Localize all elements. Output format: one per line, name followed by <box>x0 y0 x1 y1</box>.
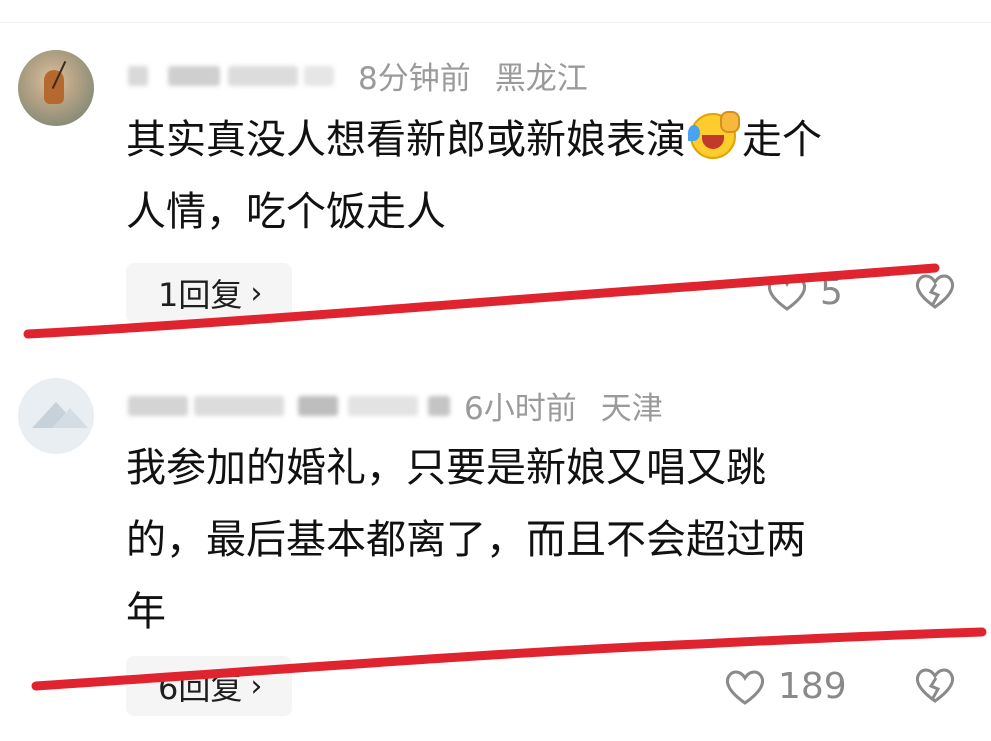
broken-heart-icon <box>915 274 955 309</box>
comment-time: 6小时前 <box>464 390 577 427</box>
dislike-button[interactable] <box>914 666 956 708</box>
broken-heart-icon <box>915 668 955 703</box>
like-button[interactable]: 189 <box>724 666 847 707</box>
heart-icon <box>725 670 765 705</box>
comment-text-line: 其实真没人想看新郎或新娘表演 <box>126 117 686 163</box>
comment-location: 天津 <box>600 390 663 427</box>
placeholder-mountain <box>52 408 88 428</box>
comment-time: 8分钟前 <box>358 60 471 97</box>
comment-text-line: 走个 <box>742 117 822 163</box>
chevron-right-icon: › <box>250 275 263 311</box>
comment-text-line: 人情，吃个饭走人 <box>126 189 446 235</box>
crying-laughing-emoji-icon <box>686 111 742 161</box>
dislike-button[interactable] <box>914 272 956 314</box>
avatar[interactable] <box>18 50 94 126</box>
comment-text-line: 年 <box>126 589 166 635</box>
blurred-username[interactable] <box>128 390 454 420</box>
reply-count-label: 6回复 <box>158 669 243 707</box>
like-count: 5 <box>820 272 843 313</box>
like-count: 189 <box>778 666 847 707</box>
heart-icon <box>767 276 807 311</box>
chevron-right-icon: › <box>250 668 263 704</box>
avatar[interactable] <box>18 378 94 454</box>
top-divider <box>0 22 991 23</box>
comment-meta: 6小时前 天津 <box>128 385 663 427</box>
comment-text-line: 我参加的婚礼，只要是新娘又唱又跳 <box>126 445 766 491</box>
comment-text: 我参加的婚礼，只要是新娘又唱又跳 的，最后基本都离了，而且不会超过两 年 <box>126 432 966 648</box>
reply-count-label: 1回复 <box>158 276 243 314</box>
comment-meta: 8分钟前 黑龙江 <box>128 55 588 97</box>
like-button[interactable]: 5 <box>766 272 843 313</box>
comment-text: 其实真没人想看新郎或新娘表演 走个 人情，吃个饭走人 <box>126 104 966 248</box>
view-replies-button[interactable]: 1回复 › <box>126 263 293 323</box>
blurred-username[interactable] <box>128 60 338 90</box>
comment-location: 黑龙江 <box>494 60 588 97</box>
comment-text-line: 的，最后基本都离了，而且不会超过两 <box>126 517 806 563</box>
view-replies-button[interactable]: 6回复 › <box>126 656 293 716</box>
